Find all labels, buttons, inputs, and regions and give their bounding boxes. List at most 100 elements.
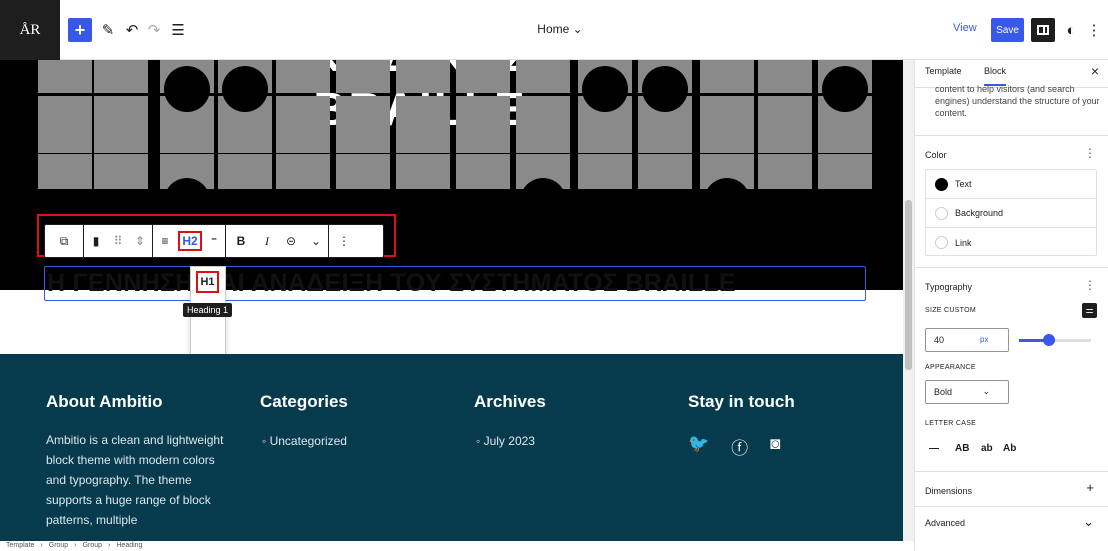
add-dimensions-icon[interactable]: + — [1086, 480, 1094, 495]
editor-canvas: ΚΩΔΙΚΑΣ BRAILLE ⧉ ▮ ⠿ ⇕ ≡ H2 ⁼ B I ⊝ ⌄ ⋮… — [0, 60, 904, 541]
letter-case-none[interactable]: — — [929, 443, 939, 454]
tools-brush-icon[interactable]: ✎ — [100, 18, 116, 42]
breadcrumb-separator: › — [74, 542, 77, 549]
divider — [915, 506, 1108, 507]
breadcrumb-group[interactable]: Group — [49, 541, 68, 551]
braille-cell — [758, 60, 812, 93]
close-icon[interactable]: × — [1091, 63, 1099, 79]
site-logo[interactable]: ÅR — [0, 0, 60, 60]
advanced-panel-title[interactable]: Advanced — [925, 518, 965, 528]
divider — [915, 267, 1108, 268]
letter-case-lower[interactable]: ab — [981, 443, 993, 454]
appearance-select[interactable]: Bold ⌄ — [925, 380, 1009, 404]
heading-level-button[interactable]: H2 — [177, 225, 203, 257]
level-h1-option[interactable]: H1 — [196, 271, 219, 293]
color-panel-title[interactable]: Color — [925, 150, 947, 160]
text-align-icon[interactable]: ⁼ — [203, 225, 225, 257]
size-settings-icon[interactable]: ⚌ — [1082, 303, 1097, 318]
appearance-label: APPEARANCE — [925, 364, 976, 371]
link-icon[interactable]: ⊝ — [278, 225, 304, 257]
styles-icon[interactable]: ◐ — [1063, 18, 1079, 42]
braille-dot — [164, 66, 210, 112]
braille-cell — [638, 154, 692, 189]
undo-icon[interactable]: ↶ — [124, 18, 140, 42]
braille-cell — [218, 154, 272, 189]
letter-case-upper[interactable]: AB — [955, 443, 969, 454]
background-color-swatch — [935, 206, 948, 220]
tab-template[interactable]: Template — [925, 66, 962, 76]
bold-button[interactable]: B — [226, 225, 256, 257]
color-options-icon[interactable]: ⋮ — [1084, 146, 1096, 160]
block-toolbar: ⧉ ▮ ⠿ ⇕ ≡ H2 ⁼ B I ⊝ ⌄ ⋮ — [44, 224, 384, 258]
stay-in-touch-title: Stay in touch — [688, 392, 795, 411]
heading-level-label: H2 — [178, 231, 202, 251]
braille-cell — [276, 96, 330, 153]
link-color-swatch — [935, 236, 948, 249]
appearance-value: Bold — [934, 387, 953, 397]
color-item-label: Text — [955, 179, 972, 189]
heading-block-icon[interactable]: ▮ — [84, 225, 108, 257]
braille-cell — [456, 96, 510, 153]
more-formatting-icon[interactable]: ⌄ — [304, 225, 328, 257]
facebook-icon[interactable]: ⓕ — [731, 434, 748, 459]
font-size-input[interactable]: 40 — [925, 328, 1009, 352]
braille-cell — [758, 154, 812, 189]
heading-block[interactable]: Η ΓΕΝΝΗΣΗ ΚΑΙ ΑΝΑΔΕΙΞΗ ΤΟΥ ΣΥΣΤΗΜΑΤΟΣ BR… — [44, 266, 866, 301]
category-link[interactable]: ◦ Uncategorized — [262, 434, 347, 448]
letter-case-capitalize[interactable]: Ab — [1003, 443, 1016, 454]
drag-handle-icon[interactable]: ⠿ — [108, 225, 128, 257]
braille-cell — [516, 60, 570, 93]
breadcrumb-group[interactable]: Group — [83, 541, 102, 551]
color-link-item[interactable]: Link — [926, 228, 1096, 257]
breadcrumb-separator: › — [108, 542, 111, 549]
breadcrumb-heading[interactable]: Heading — [116, 541, 142, 551]
archive-label: July 2023 — [483, 434, 535, 448]
chevron-down-icon: ⌄ — [982, 386, 990, 396]
braille-cell — [396, 154, 450, 189]
font-size-slider-handle[interactable] — [1043, 334, 1055, 346]
braille-cell — [700, 96, 754, 153]
braille-cell — [336, 96, 390, 153]
breadcrumb-separator: › — [40, 542, 43, 549]
color-item-label: Background — [955, 208, 1004, 218]
twitter-icon[interactable]: 🐦 — [688, 434, 709, 459]
braille-cell — [516, 96, 570, 153]
font-size-unit[interactable]: px — [980, 335, 988, 344]
block-align-icon[interactable]: ≡ — [153, 225, 177, 257]
document-title-dropdown[interactable]: Home ⌄ — [460, 22, 660, 36]
dimensions-panel-title[interactable]: Dimensions — [925, 486, 972, 496]
redo-icon[interactable]: ↷ — [146, 18, 162, 42]
typography-panel-title[interactable]: Typography — [925, 282, 972, 292]
instagram-icon[interactable]: ◙ — [770, 434, 780, 459]
canvas-scroll-thumb[interactable] — [905, 200, 912, 370]
breadcrumb-template[interactable]: Template — [6, 541, 34, 551]
color-background-item[interactable]: Background — [926, 199, 1096, 228]
text-color-swatch — [935, 177, 948, 191]
breadcrumb: Template › Group › Group › Heading — [0, 541, 914, 551]
color-text-item[interactable]: Text — [926, 170, 1096, 199]
chevron-down-icon[interactable]: ⌄ — [1083, 514, 1094, 530]
color-settings: Text Background Link — [925, 169, 1097, 256]
settings-sidebar-toggle[interactable] — [1031, 18, 1055, 42]
archive-link[interactable]: ◦ July 2023 — [476, 434, 535, 448]
braille-cell — [818, 154, 872, 189]
braille-cell — [758, 96, 812, 153]
block-options-icon[interactable]: ⋮ — [329, 225, 359, 257]
typography-options-icon[interactable]: ⋮ — [1084, 278, 1096, 292]
braille-cell — [700, 60, 754, 93]
braille-cell — [94, 96, 148, 153]
save-button[interactable]: Save — [991, 18, 1024, 42]
move-up-down-icon[interactable]: ⇕ — [128, 225, 152, 257]
braille-dot — [822, 66, 868, 112]
category-label: Uncategorized — [269, 434, 347, 448]
italic-button[interactable]: I — [256, 225, 278, 257]
braille-cell — [38, 154, 92, 189]
list-view-icon[interactable]: ☰ — [170, 18, 186, 42]
options-menu-icon[interactable]: ⋮ — [1087, 18, 1102, 42]
add-block-button[interactable]: + — [68, 18, 92, 42]
braille-dot — [582, 66, 628, 112]
select-parent-icon[interactable]: ⧉ — [45, 225, 83, 257]
braille-cell — [276, 60, 330, 93]
view-button[interactable]: View — [953, 22, 977, 34]
braille-cell — [336, 154, 390, 189]
